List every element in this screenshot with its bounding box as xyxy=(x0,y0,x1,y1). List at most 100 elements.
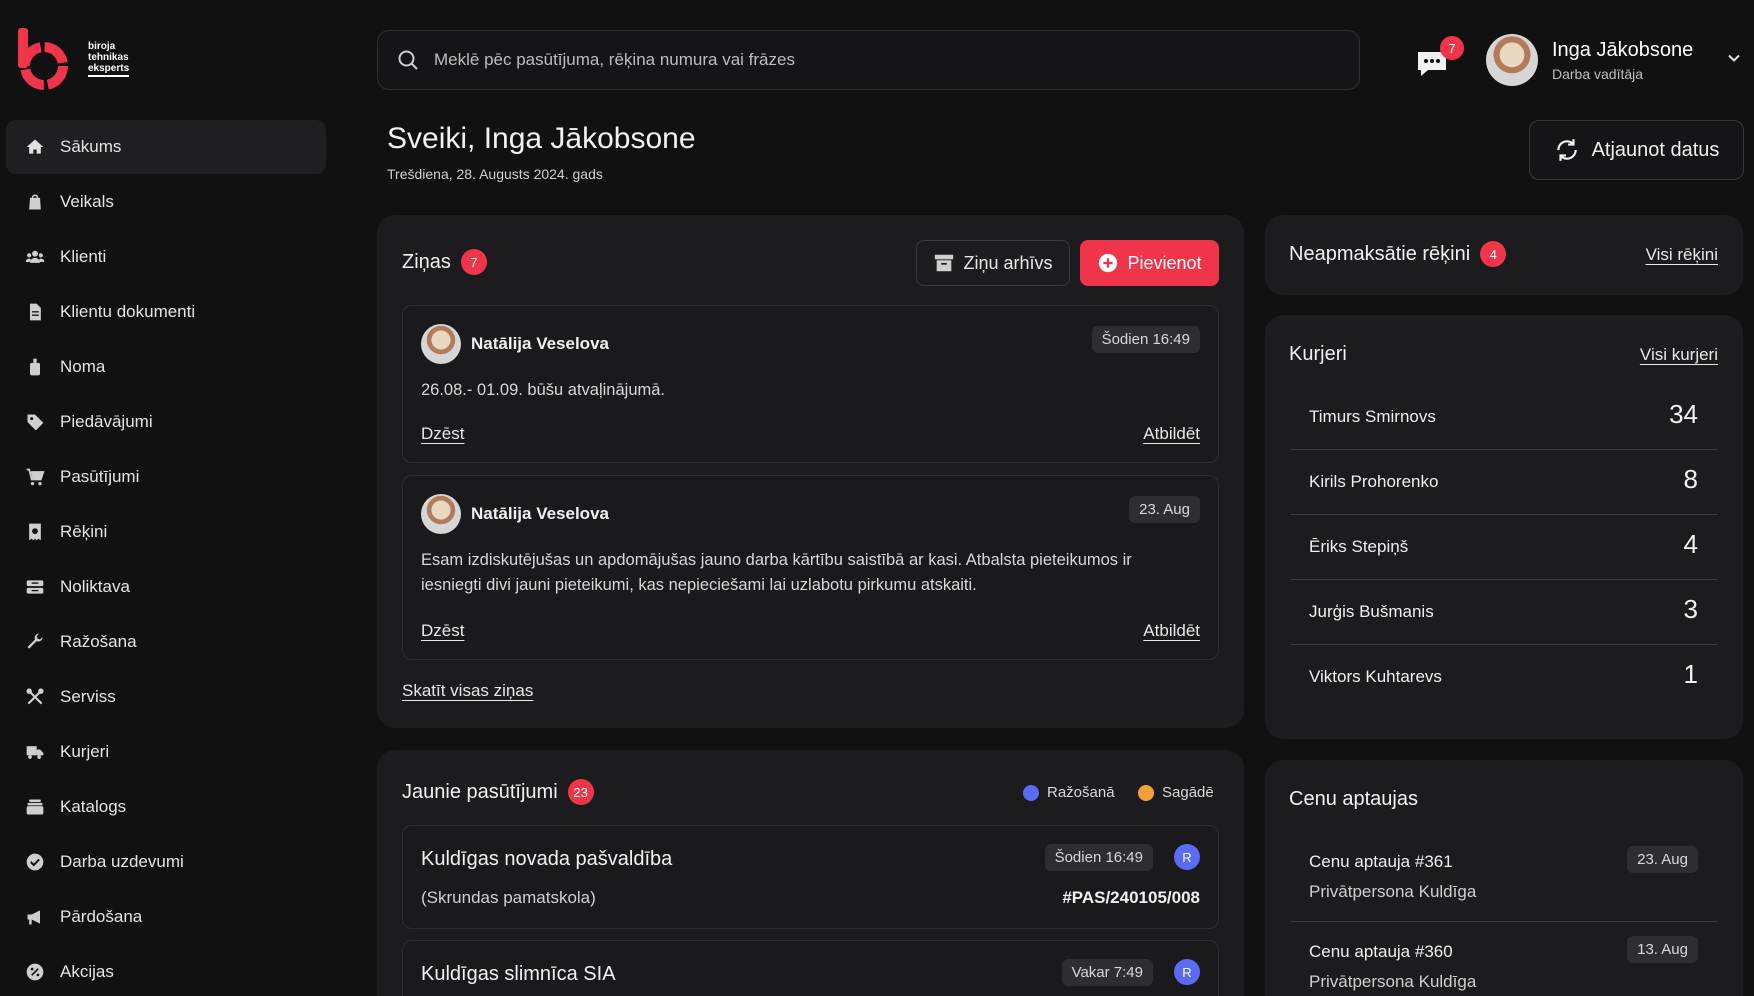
survey-title: Cenu aptauja #360 xyxy=(1309,942,1453,961)
chat-count-badge: 7 xyxy=(1440,36,1464,60)
check-circle-icon xyxy=(24,851,46,873)
invoice-icon xyxy=(24,521,46,543)
delete-message-link[interactable]: Dzēst xyxy=(421,621,464,641)
sidebar-item-serviss[interactable]: Serviss xyxy=(6,670,326,724)
view-all-news-link[interactable]: Skatīt visas ziņas xyxy=(402,681,533,701)
sidebar-item-klienti[interactable]: Klienti xyxy=(6,230,326,284)
user-menu[interactable]: Inga Jākobsone Darba vadītāja xyxy=(1486,34,1740,86)
survey-client: Privātpersona Kuldīga xyxy=(1309,882,1477,901)
order-number: #PAS/240105/008 xyxy=(1062,888,1200,907)
delete-message-link[interactable]: Dzēst xyxy=(421,424,464,444)
tag-icon xyxy=(24,411,46,433)
order-status-badge: R xyxy=(1174,844,1200,870)
logo-mark-icon xyxy=(18,28,70,90)
message-text: 26.08.- 01.09. būšu atvaļinājumā. xyxy=(421,381,665,399)
sidebar-item-noma[interactable]: Noma xyxy=(6,340,326,394)
surveys-title: Cenu aptaujas xyxy=(1289,788,1418,810)
truck-icon xyxy=(24,741,46,763)
author-avatar xyxy=(421,494,461,534)
sidebar-item-noliktava[interactable]: Noliktava xyxy=(6,560,326,614)
sidebar-item-pardosana[interactable]: Pārdošana xyxy=(6,890,326,944)
survey-row[interactable]: Cenu aptauja #361 Privātpersona Kuldīga … xyxy=(1290,832,1718,922)
greeting: Sveiki, Inga Jākobsone Trešdiena, 28. Au… xyxy=(387,122,696,182)
sidebar-item-kurjeri[interactable]: Kurjeri xyxy=(6,725,326,779)
chat-button[interactable]: 7 xyxy=(1414,36,1464,80)
orders-title: Jaunie pasūtījumi 23 xyxy=(402,779,594,805)
document-icon xyxy=(24,301,46,323)
price-surveys-card: Cenu aptaujas Cenu aptauja #361 Privātpe… xyxy=(1265,760,1743,996)
sidebar-item-piedavajumi[interactable]: Piedāvājumi xyxy=(6,395,326,449)
order-status-badge: R xyxy=(1174,959,1200,985)
sidebar-item-veikals[interactable]: Veikals xyxy=(6,175,326,229)
sidebar-item-rekini[interactable]: Rēķini xyxy=(6,505,326,559)
courier-count: 34 xyxy=(1669,399,1698,429)
plus-circle-icon xyxy=(1099,253,1118,273)
order-item[interactable]: Kuldīgas novada pašvaldība (Skrundas pam… xyxy=(402,825,1219,929)
bag-icon xyxy=(24,356,46,378)
sidebar-item-label: Katalogs xyxy=(60,797,127,816)
megaphone-icon xyxy=(24,906,46,928)
news-count-badge: 7 xyxy=(460,249,487,275)
courier-name: Ēriks Stepiņš xyxy=(1309,537,1409,556)
survey-title: Cenu aptauja #361 xyxy=(1309,852,1453,871)
order-client: Kuldīgas novada pašvaldība xyxy=(421,848,673,870)
sidebar-item-pasutijumi[interactable]: Pasūtījumi xyxy=(6,450,326,504)
search-input[interactable] xyxy=(434,50,1234,70)
courier-count: 4 xyxy=(1683,529,1698,559)
brand-name: biroja tehnikas eksperts xyxy=(88,41,130,77)
sidebar-item-label: Kurjeri xyxy=(60,742,110,761)
all-invoices-link[interactable]: Visi rēķini xyxy=(1646,245,1718,265)
reply-message-link[interactable]: Atbildēt xyxy=(1143,621,1200,641)
courier-row[interactable]: Ēriks Stepiņš 4 xyxy=(1290,515,1718,580)
all-couriers-link[interactable]: Visi kurjeri xyxy=(1640,345,1718,365)
shopping-bag-icon xyxy=(24,191,46,213)
sidebar-item-sakums[interactable]: Sākums xyxy=(6,120,326,174)
sidebar-item-katalogs[interactable]: Katalogs xyxy=(6,780,326,834)
sidebar-item-akcijas[interactable]: Akcijas xyxy=(6,945,326,996)
add-news-button[interactable]: Pievienot xyxy=(1080,240,1219,286)
refresh-data-button[interactable]: Atjaunot datus xyxy=(1529,120,1744,180)
archive-icon xyxy=(935,254,954,272)
refresh-label: Atjaunot datus xyxy=(1591,138,1720,161)
users-icon xyxy=(24,246,46,268)
chevron-down-icon xyxy=(1728,54,1740,62)
sidebar-item-label: Klientu dokumenti xyxy=(60,302,196,321)
sidebar-item-klientu-dokumenti[interactable]: Klientu dokumenti xyxy=(6,285,326,339)
sidebar-item-label: Akcijas xyxy=(60,962,114,981)
reply-message-link[interactable]: Atbildēt xyxy=(1143,424,1200,444)
sidebar-item-label: Ražošana xyxy=(60,632,137,651)
survey-row[interactable]: Cenu aptauja #360 Privātpersona Kuldīga … xyxy=(1290,922,1718,996)
sidebar-item-darba-uzdevumi[interactable]: Darba uzdevumi xyxy=(6,835,326,889)
sidebar-item-label: Pasūtījumi xyxy=(60,467,140,486)
message-author: Natālija Veselova xyxy=(471,334,609,353)
invoices-title: Neapmaksātie rēķini 4 xyxy=(1289,241,1507,267)
news-message: Natālija Veselova 23. Aug Esam izdiskutē… xyxy=(402,475,1219,660)
courier-name: Timurs Smirnovs xyxy=(1309,407,1436,426)
legend-procurement: Sagādē xyxy=(1138,784,1214,801)
sidebar-nav: Sākums Veikals Klienti Klientu dokumenti… xyxy=(6,120,326,996)
procurement-dot xyxy=(1138,784,1154,801)
sidebar-item-razosana[interactable]: Ražošana xyxy=(6,615,326,669)
sidebar-item-label: Klienti xyxy=(60,247,107,266)
sidebar-item-label: Noma xyxy=(60,357,106,376)
sidebar-item-label: Noliktava xyxy=(60,577,130,596)
brand-logo[interactable]: biroja tehnikas eksperts xyxy=(18,28,130,90)
order-item[interactable]: Kuldīgas slimnīca SIA Vakar 7:49 R xyxy=(402,940,1219,996)
user-role: Darba vadītāja xyxy=(1552,65,1644,82)
tools-icon xyxy=(24,686,46,708)
sidebar: biroja tehnikas eksperts Sākums Veikals … xyxy=(0,0,340,996)
warehouse-icon xyxy=(24,576,46,598)
news-title: Ziņas 7 xyxy=(402,249,487,275)
author-avatar xyxy=(421,324,461,364)
courier-row[interactable]: Viktors Kuhtarevs 1 xyxy=(1290,645,1718,710)
order-time: Šodien 16:49 xyxy=(1044,844,1153,871)
courier-row[interactable]: Timurs Smirnovs 34 xyxy=(1290,385,1718,450)
wrench-icon xyxy=(24,631,46,653)
sidebar-item-label: Piedāvājumi xyxy=(60,412,153,431)
search-bar[interactable] xyxy=(377,30,1360,90)
percent-icon xyxy=(24,961,46,983)
news-archive-button[interactable]: Ziņu arhīvs xyxy=(916,240,1070,286)
courier-row[interactable]: Jurģis Bušmanis 3 xyxy=(1290,580,1718,645)
courier-row[interactable]: Kirils Prohorenko 8 xyxy=(1290,450,1718,515)
unpaid-invoices-card: Neapmaksātie rēķini 4 Visi rēķini xyxy=(1265,215,1743,295)
